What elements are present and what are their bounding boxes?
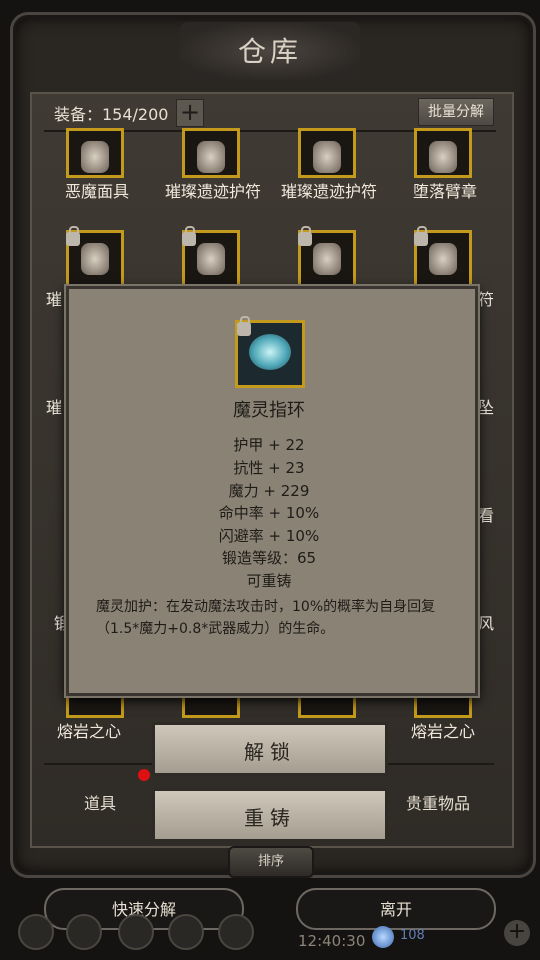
item-label: 璀璨遗迹护符: [280, 182, 377, 201]
amulet-icon: [313, 141, 341, 173]
item-slot[interactable]: [298, 128, 356, 178]
leave-button[interactable]: 离开: [296, 888, 496, 930]
menu-icon[interactable]: [218, 914, 254, 950]
unlock-button[interactable]: 解锁: [152, 722, 388, 776]
armband-icon: [429, 141, 457, 173]
stat-line: 锻造等级：65: [221, 549, 317, 567]
menu-icon[interactable]: [66, 914, 102, 950]
stat-line: 闪避率 + 10%: [218, 527, 320, 545]
gem-icon: [372, 926, 394, 948]
ring-icon: [249, 334, 291, 370]
helmet-icon: [197, 243, 225, 275]
item-label: 坠: [478, 398, 495, 417]
item-slot[interactable]: [182, 128, 240, 178]
item-label: 符: [478, 290, 495, 309]
item-label: 看: [478, 506, 495, 525]
gauntlet-icon: [81, 243, 109, 275]
item-slot[interactable]: [414, 128, 472, 178]
item-label: 恶魔面具: [64, 182, 129, 201]
clock: 12:40:30: [298, 932, 366, 950]
lock-icon: [237, 316, 251, 336]
lock-icon: [182, 226, 196, 246]
gem-count: 108: [400, 928, 425, 943]
menu-icon[interactable]: [168, 914, 204, 950]
item-label: 熔岩之心: [410, 722, 475, 741]
stat-line: 抗性 + 23: [233, 459, 305, 477]
menu-icon[interactable]: [18, 914, 54, 950]
item-slot[interactable]: [66, 128, 124, 178]
amulet-icon: [197, 141, 225, 173]
item-label: 璀: [46, 290, 63, 309]
item-label: 璀: [46, 398, 63, 417]
plus-icon[interactable]: +: [504, 920, 530, 946]
equipment-count: 装备：154/200: [54, 105, 169, 124]
lock-icon: [414, 226, 428, 246]
tab-items[interactable]: 道具: [84, 790, 116, 814]
menu-icon[interactable]: [118, 914, 154, 950]
stat-line: 护甲 + 22: [233, 436, 305, 454]
expand-capacity-button[interactable]: +: [176, 99, 204, 127]
amulet-icon: [429, 243, 457, 275]
demon-mask-icon: [81, 141, 109, 173]
reforge-button[interactable]: 重铸: [152, 788, 388, 842]
item-name: 魔灵指环: [233, 400, 305, 421]
page-title: 仓库: [237, 35, 302, 68]
lock-icon: [66, 226, 80, 246]
item-label: 堕落臂章: [412, 182, 477, 201]
tab-valuables[interactable]: 贵重物品: [406, 790, 470, 814]
stat-line: 魔力 + 229: [228, 482, 310, 500]
sort-button[interactable]: 排序: [228, 846, 314, 878]
stat-line: 命中率 + 10%: [218, 504, 320, 522]
item-label: 风: [478, 614, 495, 633]
bulk-decompose-button[interactable]: 批量分解: [418, 98, 494, 126]
item-label: 璀璨遗迹护符: [164, 182, 261, 201]
item-description: 魔灵加护：在发动魔法攻击时，10%的概率为自身回复（1.5*魔力+0.8*武器威…: [96, 599, 436, 637]
stat-line: 可重铸: [246, 572, 292, 590]
notification-dot: [138, 769, 150, 781]
necklace-icon: [313, 243, 341, 275]
lock-icon: [298, 226, 312, 246]
item-label: 熔岩之心: [56, 722, 121, 741]
